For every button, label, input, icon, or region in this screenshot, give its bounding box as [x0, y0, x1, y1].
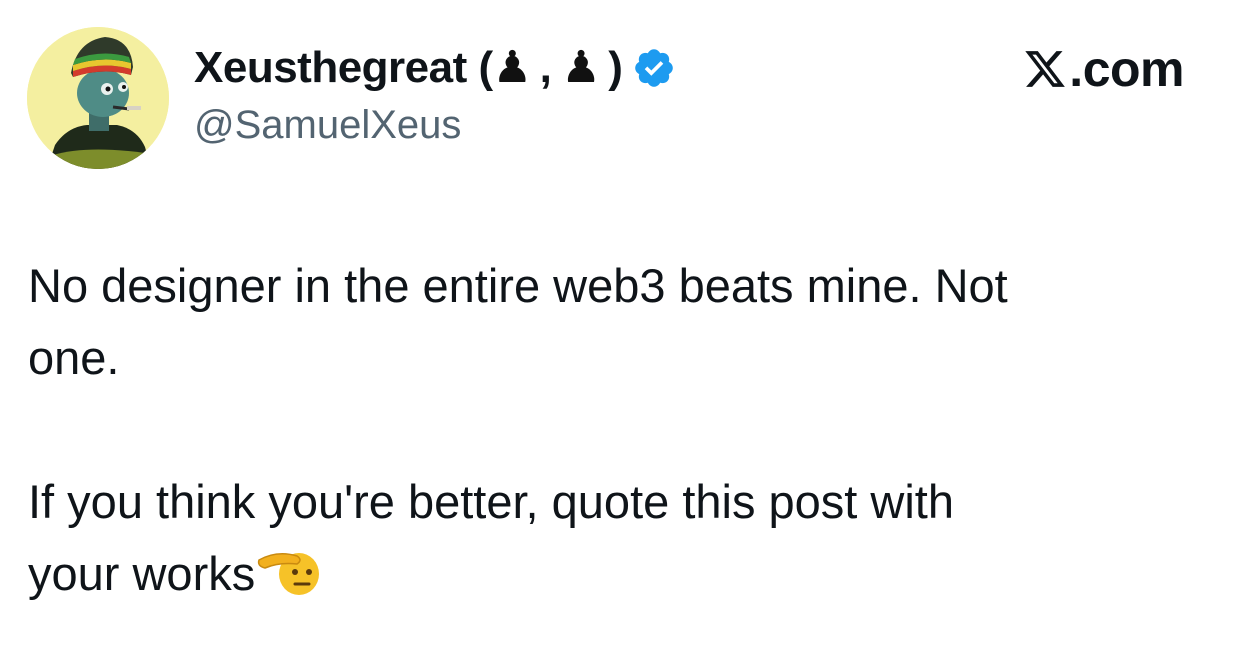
display-name-close: ): [608, 43, 623, 92]
chess-pawn-icon: ♟: [561, 42, 601, 93]
x-logo-icon: [1025, 51, 1066, 87]
brand-link[interactable]: .com: [1023, 40, 1184, 98]
post-line: your works: [28, 547, 256, 600]
chess-pawn-icon: ♟: [492, 42, 532, 93]
post-line: one.: [28, 331, 120, 384]
post-line: No designer in the entire web3 beats min…: [28, 259, 1008, 312]
verified-badge-icon: [635, 49, 674, 87]
avatar[interactable]: [27, 27, 169, 169]
saluting-face-emoji: [258, 553, 320, 595]
post-text: No designer in the entire web3 beats min…: [28, 250, 1208, 610]
display-name-text: Xeusthegreat (: [194, 43, 493, 92]
brand-text: .com: [1069, 41, 1184, 97]
post-line: If you think you're better, quote this p…: [28, 475, 955, 528]
avatar-image: [27, 27, 169, 169]
post-line-with-emoji: your works: [28, 538, 1208, 610]
author-handle[interactable]: @SamuelXeus: [194, 103, 461, 148]
display-name[interactable]: Xeusthegreat ( ♟ , ♟ ): [194, 40, 676, 96]
display-name-separator: ,: [539, 43, 552, 92]
post-paragraph-gap: [28, 394, 1208, 466]
